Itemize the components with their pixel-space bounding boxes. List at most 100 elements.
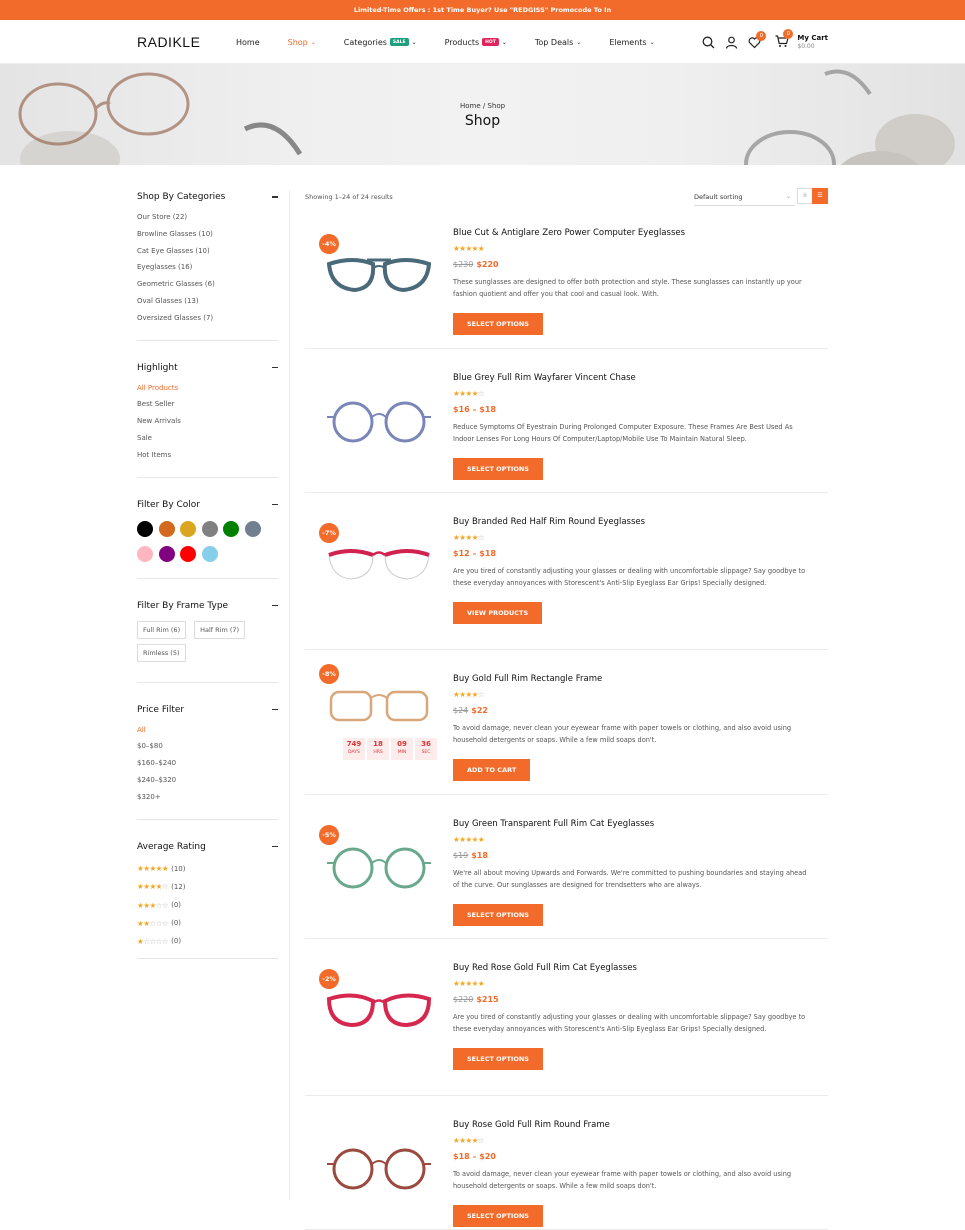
product-image[interactable]: -5% [319,825,439,915]
product-image[interactable]: -4% [319,234,439,324]
categories-link[interactable]: Cat Eye Glasses (10) [137,244,278,261]
categories-link[interactable]: Browline Glasses (10) [137,227,278,244]
color-title: Filter By Color [137,499,201,510]
product-image[interactable]: -8% 749 DAYS 18 HRS 09 MIN 36 SEC [319,664,439,760]
rating-filter[interactable]: ★☆☆☆☆ (0) [137,932,278,950]
collapse-icon[interactable] [272,366,278,369]
product-image[interactable] [319,1126,439,1216]
product-image[interactable]: -7% [319,523,439,613]
frame-type-tag[interactable]: Rimless (5) [137,643,186,662]
frame-type-title: Filter By Frame Type [137,600,229,611]
collapse-icon[interactable] [272,708,278,711]
rating-filter[interactable]: ★★★★★ (10) [137,860,278,878]
price-link[interactable]: All [137,723,278,740]
nav-item-home[interactable]: Home [236,38,260,47]
product-action-button[interactable]: SELECT OPTIONS [453,458,543,480]
product-description: Reduce Symptoms Of Eyestrain During Prol… [453,423,793,443]
nav-item-categories[interactable]: Categories SALE ⌄ [344,38,417,47]
sidebar-divider [289,190,290,1200]
product-action-button[interactable]: ADD TO CART [453,759,531,781]
collapse-icon[interactable] [272,604,278,607]
product-action-button[interactable]: SELECT OPTIONS [453,904,543,926]
product-card: -7% Buy Branded Red Half Rim Round Eyegla… [305,507,828,650]
categories-link[interactable]: Geometric Glasses (6) [137,277,278,294]
categories-link[interactable]: Our Store (22) [137,210,278,227]
nav-badge: HOT [482,38,499,46]
sort-value: Default sorting [694,193,743,201]
product-info: Buy Branded Red Half Rim Round Eyeglasse… [453,517,828,624]
highlight-link[interactable]: New Arrivals [137,414,278,431]
color-swatch[interactable] [223,520,239,537]
product-title[interactable]: Buy Gold Full Rim Rectangle Frame [453,674,828,688]
nav-item-elements[interactable]: Elements ⌄ [609,38,654,47]
product-action-button[interactable]: SELECT OPTIONS [453,313,543,335]
collapse-icon[interactable] [272,845,278,848]
search-icon[interactable] [702,36,715,49]
categories-link[interactable]: Oval Glasses (13) [137,294,278,311]
rating-filter[interactable]: ★★☆☆☆ (0) [137,914,278,932]
nav-item-top-deals[interactable]: Top Deals ⌄ [535,38,581,47]
product-image[interactable] [319,379,439,469]
highlight-link[interactable]: Best Seller [137,397,278,414]
product-title[interactable]: Buy Branded Red Half Rim Round Eyeglasse… [453,517,828,531]
rating-filter[interactable]: ★★★★☆ (12) [137,878,278,896]
site-logo[interactable]: RADIKLE [137,34,200,50]
current-price: $22 [471,706,488,715]
countdown-timer: 749 DAYS 18 HRS 09 MIN 36 SEC [343,738,437,760]
nav-item-products[interactable]: Products HOT ⌄ [445,38,507,47]
categories-link[interactable]: Oversized Glasses (7) [137,311,278,328]
frame-type-tag[interactable]: Half Rim (7) [194,620,246,639]
countdown-label: HRS [373,750,383,755]
categories-link[interactable]: Eyeglasses (16) [137,260,278,277]
color-swatch[interactable] [137,520,153,537]
product-title[interactable]: Buy Red Rose Gold Full Rim Cat Eyeglasse… [453,963,828,977]
color-swatch[interactable] [244,520,261,537]
breadcrumb[interactable]: Home / Shop [0,102,965,110]
product-title[interactable]: Buy Green Transparent Full Rim Cat Eyegl… [453,819,828,833]
product-price: $16 – $18 [453,405,828,417]
frame-type-tag[interactable]: Full Rim (6) [137,620,187,639]
collapse-icon[interactable] [272,196,278,198]
product-action-button[interactable]: SELECT OPTIONS [453,1048,543,1070]
price-link[interactable]: $0–$80 [137,739,278,756]
cart-button[interactable]: 0 My Cart $0.00 [775,29,828,50]
color-swatch[interactable] [180,545,196,562]
old-price: $19 [453,851,469,860]
countdown-box: 18 HRS [367,738,389,760]
list-view-icon[interactable]: ☰ [812,188,828,204]
color-swatch[interactable] [201,545,218,562]
star-rating-icon: ★★★☆☆ [137,900,169,910]
color-swatch[interactable] [137,545,153,562]
color-swatch[interactable] [201,520,218,537]
color-swatch[interactable] [158,545,175,562]
product-info: Buy Red Rose Gold Full Rim Cat Eyeglasse… [453,963,828,1070]
price-link[interactable]: $240–$320 [137,773,278,790]
product-title[interactable]: Buy Rose Gold Full Rim Round Frame [453,1120,828,1134]
wishlist-icon[interactable]: 0 [748,30,767,49]
star-rating-icon: ★★★★★ [137,864,169,874]
countdown-box: 36 SEC [415,738,437,760]
grid-view-icon[interactable]: ⁞⁞ [797,188,813,204]
rating-filter[interactable]: ★★★☆☆ (0) [137,896,278,914]
product-info: Blue Cut & Antiglare Zero Power Computer… [453,228,828,335]
product-title[interactable]: Blue Grey Full Rim Wayfarer Vincent Chas… [453,373,828,387]
collapse-icon[interactable] [272,503,278,506]
countdown-value: 09 [397,740,407,748]
sort-select[interactable]: Default sorting ⌄ [694,188,795,206]
price-link[interactable]: $160–$240 [137,756,278,773]
color-swatch[interactable] [158,520,175,537]
product-action-button[interactable]: SELECT OPTIONS [453,1205,543,1227]
site-header: RADIKLE Home Shop ⌄ Categories SALE ⌄ Products… [0,20,965,64]
price-link[interactable]: $320+ [137,790,278,807]
color-swatch[interactable] [180,520,196,537]
account-icon[interactable] [725,36,738,49]
nav-item-shop[interactable]: Shop ⌄ [288,38,316,47]
product-image[interactable]: -2% [319,969,439,1059]
product-description: To avoid damage, never clean your eyewea… [453,724,792,744]
highlight-link[interactable]: Sale [137,431,278,448]
highlight-link[interactable]: Hot Items [137,448,278,465]
product-title[interactable]: Blue Cut & Antiglare Zero Power Computer… [453,228,828,242]
product-action-button[interactable]: VIEW PRODUCTS [453,602,543,624]
highlight-link[interactable]: All Products [137,381,278,398]
nav-badge: SALE [389,38,409,46]
